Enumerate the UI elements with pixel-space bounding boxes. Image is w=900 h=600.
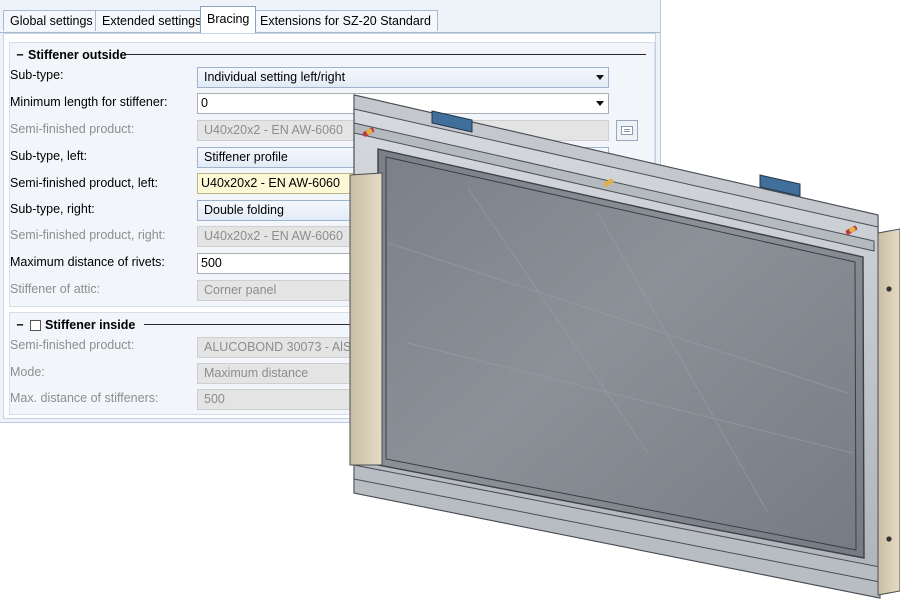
rivet-hole-icon <box>886 286 892 292</box>
max-distance-rivets-value: 500 <box>201 256 222 270</box>
label-min-length: Minimum length for stiffener: <box>10 95 168 109</box>
mode-value: Maximum distance <box>204 366 309 380</box>
sub-type-right-value: Double folding <box>204 203 284 217</box>
group-header-stiffener-outside[interactable]: − Stiffener outside <box>15 47 127 63</box>
tab-strip: Global settings Extended settings Bracin… <box>0 0 660 33</box>
label-semi-finished-left: Semi-finished product, left: <box>10 176 158 190</box>
inside-semi-finished-value: ALUCOBOND 30073 - AlSiMg <box>204 340 372 354</box>
semi-finished-product-value: U40x20x2 - EN AW-6060 <box>204 123 343 137</box>
sub-type-value: Individual setting left/right <box>204 70 346 84</box>
min-length-value: 0 <box>201 96 208 110</box>
sub-type-select[interactable]: Individual setting left/right <box>197 67 609 88</box>
left-side-profile <box>349 172 383 466</box>
label-mode: Mode: <box>10 365 45 379</box>
label-inside-semi-finished: Semi-finished product: <box>10 338 135 352</box>
label-sub-type-left: Sub-type, left: <box>10 149 88 163</box>
label-max-distance-stiffeners: Max. distance of stiffeners: <box>10 391 159 405</box>
label-sub-type-right: Sub-type, right: <box>10 202 95 216</box>
group-divider <box>126 54 646 55</box>
chevron-down-icon <box>596 75 604 80</box>
max-distance-stiffeners-value: 500 <box>204 392 225 406</box>
semi-finished-left-value: U40x20x2 - EN AW-6060 <box>201 176 340 190</box>
label-stiffener-attic: Stiffener of attic: <box>10 282 101 296</box>
label-semi-finished-product: Semi-finished product: <box>10 122 135 136</box>
group-title: Stiffener inside <box>45 318 136 332</box>
stiffener-attic-value: Corner panel <box>204 283 277 297</box>
tab-extensions-sz20[interactable]: Extensions for SZ-20 Standard <box>253 10 438 31</box>
sub-type-left-value: Stiffener profile <box>204 150 288 164</box>
label-semi-finished-right: Semi-finished product, right: <box>10 228 166 242</box>
group-header-stiffener-inside[interactable]: − Stiffener inside <box>15 317 135 333</box>
tab-bracing[interactable]: Bracing <box>200 6 257 33</box>
semi-finished-right-value: U40x20x2 - EN AW-6060 <box>204 229 343 243</box>
group-title: Stiffener outside <box>28 48 127 62</box>
facade-panel-3d-model <box>349 94 900 599</box>
collapse-icon[interactable]: − <box>15 48 25 62</box>
tab-global-settings[interactable]: Global settings <box>3 10 100 31</box>
collapse-icon[interactable]: − <box>15 318 25 332</box>
label-sub-type: Sub-type: <box>10 68 64 82</box>
tab-extended-settings[interactable]: Extended settings <box>95 10 209 31</box>
rivet-hole-icon <box>886 536 892 542</box>
label-max-distance-rivets: Maximum distance of rivets: <box>10 255 165 269</box>
stiffener-inside-checkbox[interactable] <box>30 319 41 331</box>
